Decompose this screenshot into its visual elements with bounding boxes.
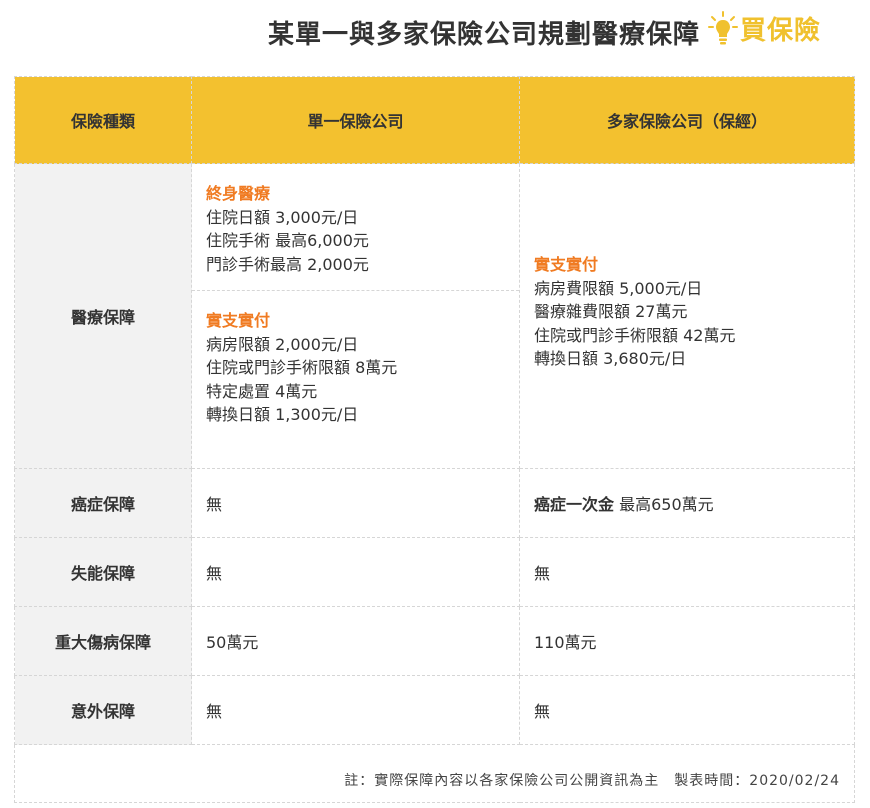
page-title: 某單一與多家保險公司規劃醫療保障 (267, 20, 700, 50)
table-header-row: 保險種類 單一保險公司 多家保險公司（保經） (14, 76, 855, 164)
reimbursement-heading: 實支實付 (206, 311, 271, 330)
cell-major-injury-multi: 110萬元 (519, 606, 855, 676)
table-row-disability: 失能保障 無 無 (14, 537, 855, 607)
table-row-accident: 意外保障 無 無 (14, 675, 855, 745)
list-item: 住院日額 3,000元/日 (206, 207, 359, 227)
logo-text: 買保險 (740, 15, 822, 46)
list-item: 病房費限額 5,000元/日 (534, 278, 703, 298)
row-label-major-injury: 重大傷病保障 (14, 606, 192, 676)
lightbulb-icon (708, 11, 738, 45)
cell-accident-multi: 無 (519, 675, 855, 745)
table-row-cancer: 癌症保障 無 癌症一次金 最高650萬元 (14, 468, 855, 538)
cell-cancer-multi: 癌症一次金 最高650萬元 (519, 468, 855, 538)
list-item: 住院手術 最高6,000元 (206, 231, 369, 250)
row-label-cancer: 癌症保障 (14, 468, 192, 538)
list-item: 轉換日額 1,300元/日 (206, 405, 359, 424)
header-single-company: 單一保險公司 (191, 76, 520, 164)
cell-medical-single: 終身醫療 住院日額 3,000元/日 住院手術 最高6,000元 門診手術最高 … (191, 163, 520, 469)
list-item: 轉換日額 3,680元/日 (534, 349, 687, 369)
comparison-table: 保險種類 單一保險公司 多家保險公司（保經） 醫療保障 終身醫療 住院日額 3,… (14, 76, 855, 803)
row-label-accident: 意外保障 (14, 675, 192, 745)
single-lifetime-medical-block: 終身醫療 住院日額 3,000元/日 住院手術 最高6,000元 門診手術最高 … (192, 164, 519, 291)
table-row-medical: 醫療保障 終身醫療 住院日額 3,000元/日 住院手術 最高6,000元 門診… (14, 163, 855, 469)
cell-medical-multi: 實支實付 病房費限額 5,000元/日 醫療雜費限額 27萬元 住院或門診手術限… (519, 163, 855, 469)
row-label-medical: 醫療保障 (14, 163, 192, 469)
list-item: 住院或門診手術限額 42萬元 (534, 325, 736, 345)
table-row-major-injury: 重大傷病保障 50萬元 110萬元 (14, 606, 855, 676)
header-multi-company: 多家保險公司（保經） (519, 76, 855, 164)
row-label-disability: 失能保障 (14, 537, 192, 607)
table-row-note: 註：實際保障內容以各家保險公司公開資訊為主 製表時間：2020/02/24 (14, 744, 855, 803)
list-item: 住院或門診手術限額 8萬元 (206, 358, 398, 377)
single-reimbursement-block: 實支實付 病房限額 2,000元/日 住院或門診手術限額 8萬元 特定處置 4萬… (192, 291, 519, 441)
logo: 買保險 (708, 10, 821, 46)
cell-major-injury-single: 50萬元 (191, 606, 520, 676)
cell-disability-multi: 無 (519, 537, 855, 607)
footnote: 註：實際保障內容以各家保險公司公開資訊為主 製表時間：2020/02/24 (14, 744, 855, 803)
header-insurance-type: 保險種類 (14, 76, 192, 164)
list-item: 特定處置 4萬元 (206, 381, 318, 401)
list-item: 醫療雜費限額 27萬元 (534, 302, 688, 322)
cancer-lump-sum-label: 癌症一次金 (534, 495, 615, 514)
cell-cancer-single: 無 (191, 468, 520, 538)
list-item: 病房限額 2,000元/日 (206, 334, 359, 354)
multi-reimbursement-heading: 實支實付 (534, 255, 599, 275)
cell-accident-single: 無 (191, 675, 520, 745)
list-item: 門診手術最高 2,000元 (206, 254, 369, 274)
cell-disability-single: 無 (191, 537, 520, 607)
lifetime-medical-heading: 終身醫療 (206, 184, 271, 203)
cancer-lump-sum-value: 最高650萬元 (614, 495, 714, 514)
